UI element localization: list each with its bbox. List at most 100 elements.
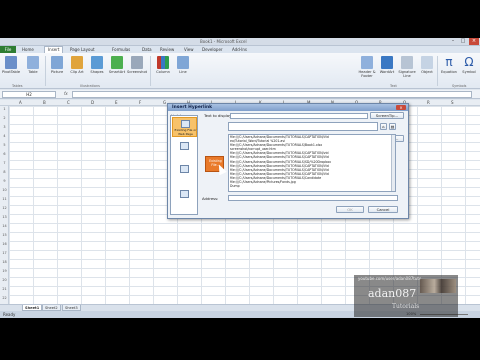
wordart-button[interactable]: WordArt (376, 56, 398, 84)
close-icon[interactable]: × (396, 105, 406, 110)
list-item[interactable]: Dump (229, 184, 395, 188)
row-header[interactable]: 14 (0, 224, 9, 228)
row-header[interactable]: 9 (0, 179, 9, 183)
pivottable-button[interactable]: PivotTable (0, 56, 22, 84)
channel-watermark: youtube.com/user/adan087tuts adan087 Tut… (354, 275, 458, 317)
object-button[interactable]: Object (416, 56, 438, 84)
row-header[interactable]: 4 (0, 134, 9, 138)
browse-web-icon[interactable]: ⌂ (380, 123, 387, 130)
tab-review[interactable]: Review (160, 47, 174, 52)
smartart-icon (111, 56, 123, 69)
tab-formulas[interactable]: Formulas (112, 47, 130, 52)
title-bar: Book1 - Microsoft Excel – □ × (0, 38, 480, 46)
file-list[interactable]: file:///C:/Users/Adnane/Documents/TUTORI… (228, 134, 396, 192)
dialog-title: Insert Hyperlink (172, 105, 213, 110)
link-option-new-document[interactable] (172, 163, 197, 183)
watermark-name: adan087 (368, 287, 417, 300)
link-option-place-in-document[interactable] (172, 140, 197, 160)
text-to-display-input[interactable] (230, 113, 368, 119)
row-header[interactable]: 13 (0, 215, 9, 219)
row-header[interactable]: 15 (0, 233, 9, 237)
link-option-existing-file[interactable]: Existing File or Web Page (172, 117, 197, 137)
line-chart-button[interactable]: Line (172, 56, 194, 84)
dialog-title-bar: Insert Hyperlink × (168, 104, 408, 111)
group-text: Text (390, 84, 397, 88)
row-header[interactable]: 17 (0, 251, 9, 255)
shapes-button[interactable]: Shapes (86, 56, 108, 84)
row-header[interactable]: 1 (0, 107, 9, 111)
symbol-button[interactable]: Ω Symbol (458, 56, 480, 84)
column-chart-icon (157, 56, 169, 69)
omega-icon: Ω (464, 55, 474, 69)
ok-button[interactable]: OK (336, 206, 364, 213)
clip-art-label: Clip Art (70, 70, 84, 74)
header-footer-label: Header & Footer (358, 70, 376, 78)
address-label: Address: (202, 196, 219, 201)
table-label: Table (28, 70, 38, 74)
file-list-scrollbar[interactable] (391, 135, 395, 191)
row-header[interactable]: 10 (0, 188, 9, 192)
row-header[interactable]: 7 (0, 161, 9, 165)
status-ready: Ready (3, 312, 16, 317)
maximize-button[interactable]: □ (458, 38, 468, 45)
equation-button[interactable]: π Equation (438, 56, 460, 84)
tab-page-layout[interactable]: Page Layout (70, 47, 95, 52)
name-box[interactable]: H2 (2, 91, 56, 98)
picture-button[interactable]: Picture (46, 56, 68, 84)
signature-line-button[interactable]: Signature Line (396, 56, 418, 84)
row-header[interactable]: 5 (0, 143, 9, 147)
header-footer-button[interactable]: Header & Footer (356, 56, 378, 84)
row-header[interactable]: 8 (0, 170, 9, 174)
cancel-button[interactable]: Cancel (368, 206, 398, 213)
tab-insert[interactable]: Insert (44, 46, 64, 53)
link-option-email[interactable] (172, 188, 197, 208)
mouse-cursor-icon (215, 162, 227, 176)
tab-data[interactable]: Data (142, 47, 152, 52)
tab-home[interactable]: Home (22, 47, 34, 52)
email-icon (180, 190, 189, 198)
column-chart-button[interactable]: Column (152, 56, 174, 84)
formula-bar: H2 fx (0, 90, 480, 99)
address-input[interactable] (228, 195, 398, 201)
look-in-dropdown[interactable] (228, 122, 378, 131)
close-button[interactable]: × (469, 38, 479, 45)
new-document-icon (180, 165, 189, 173)
row-header[interactable]: 20 (0, 278, 9, 282)
tab-view[interactable]: View (184, 47, 194, 52)
row-header[interactable]: 11 (0, 197, 9, 201)
pivottable-icon (5, 56, 17, 69)
clip-art-button[interactable]: Clip Art (66, 56, 88, 84)
row-header[interactable]: 18 (0, 260, 9, 264)
fx-icon[interactable]: fx (64, 91, 68, 96)
wordart-label: WordArt (379, 70, 395, 74)
tab-developer[interactable]: Developer (202, 47, 223, 52)
line-chart-icon (177, 56, 189, 69)
browse-file-icon[interactable]: ▤ (389, 123, 396, 130)
row-header[interactable]: 16 (0, 242, 9, 246)
row-header[interactable]: 21 (0, 287, 9, 291)
row-header[interactable]: 12 (0, 206, 9, 210)
screentip-button[interactable]: ScreenTip... (370, 112, 404, 119)
tab-add-ins[interactable]: Add-Ins (232, 47, 247, 52)
tab-file[interactable]: File (0, 46, 16, 53)
signature-line-label: Signature Line (398, 70, 416, 78)
shapes-icon (91, 56, 103, 69)
text-to-display-label: Text to display: (204, 113, 233, 118)
row-header[interactable]: 2 (0, 116, 9, 120)
watermark-sub: Tutorials (392, 303, 420, 310)
row-header[interactable]: 3 (0, 125, 9, 129)
table-button[interactable]: Table (22, 56, 44, 84)
row-header[interactable]: 22 (0, 296, 9, 300)
formula-input[interactable] (72, 91, 472, 98)
screenshot-button[interactable]: Screenshot (126, 56, 148, 84)
smartart-button[interactable]: SmartArt (106, 56, 128, 84)
row-header[interactable]: 19 (0, 269, 9, 273)
row-headers: 1 2 3 4 5 6 7 8 9 10 11 12 13 14 15 16 1… (0, 106, 9, 304)
line-chart-label: Line (179, 70, 187, 74)
row-header[interactable]: 6 (0, 152, 9, 156)
ribbon-insert: PivotTable Table Picture Clip Art Shapes… (0, 53, 480, 89)
link-option-label: Existing File or Web Page (174, 128, 197, 136)
wordart-icon (381, 56, 393, 69)
minimize-button[interactable]: – (448, 38, 458, 45)
clip-art-icon (71, 56, 83, 69)
